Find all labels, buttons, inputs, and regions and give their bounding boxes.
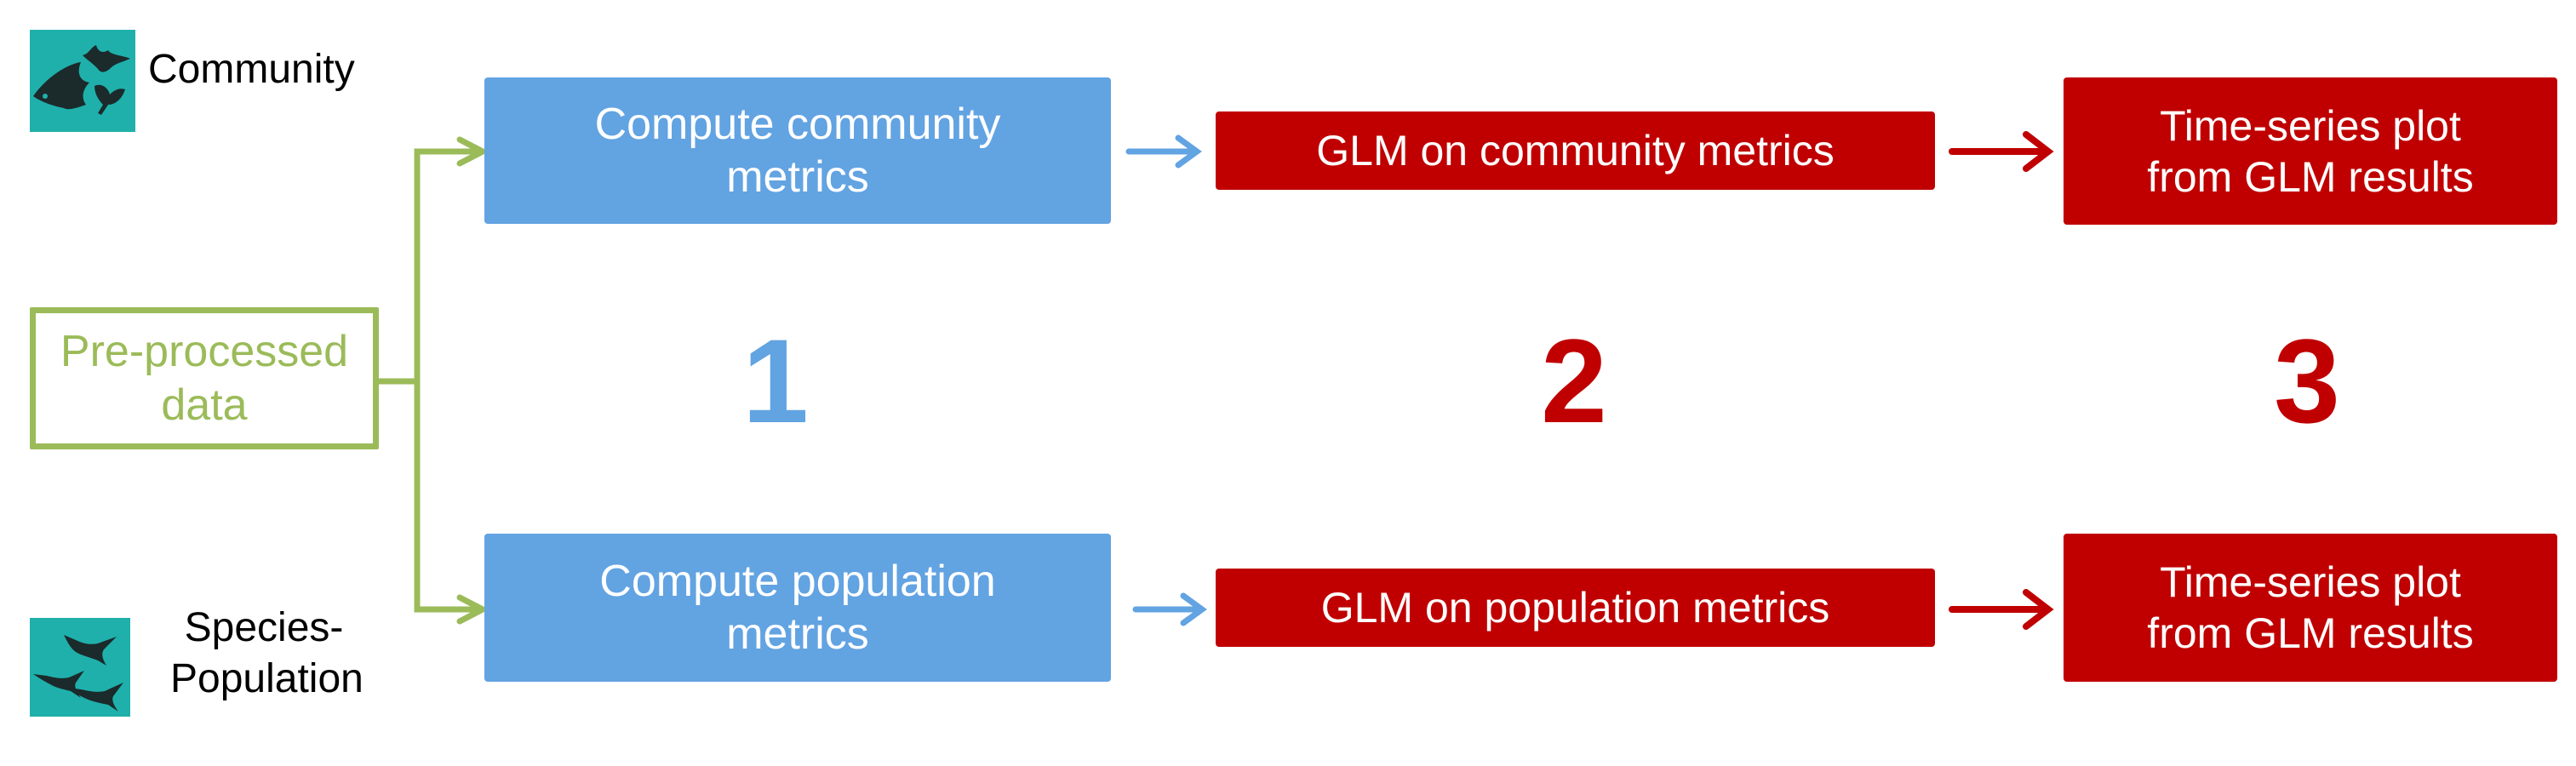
compute-community-metrics-box: Compute community metrics	[484, 77, 1111, 224]
timeseries-community-box: Time-series plot from GLM results	[2064, 77, 2557, 225]
compute-population-metrics-box: Compute population metrics	[484, 534, 1111, 682]
step-number-2: 2	[1541, 314, 1607, 448]
step-number-3: 3	[2274, 314, 2340, 448]
step-number-1: 1	[742, 314, 809, 448]
red-arrow-bottom	[1949, 589, 2054, 630]
blue-arrow-bottom	[1132, 592, 1207, 626]
blue-arrow-top	[1125, 134, 1202, 169]
green-branch-connector	[379, 136, 489, 625]
timeseries-population-box: Time-series plot from GLM results	[2064, 534, 2557, 682]
glm-population-box: GLM on population metrics	[1216, 569, 1935, 647]
glm-community-box: GLM on community metrics	[1216, 111, 1935, 190]
red-arrow-top	[1949, 131, 2054, 172]
